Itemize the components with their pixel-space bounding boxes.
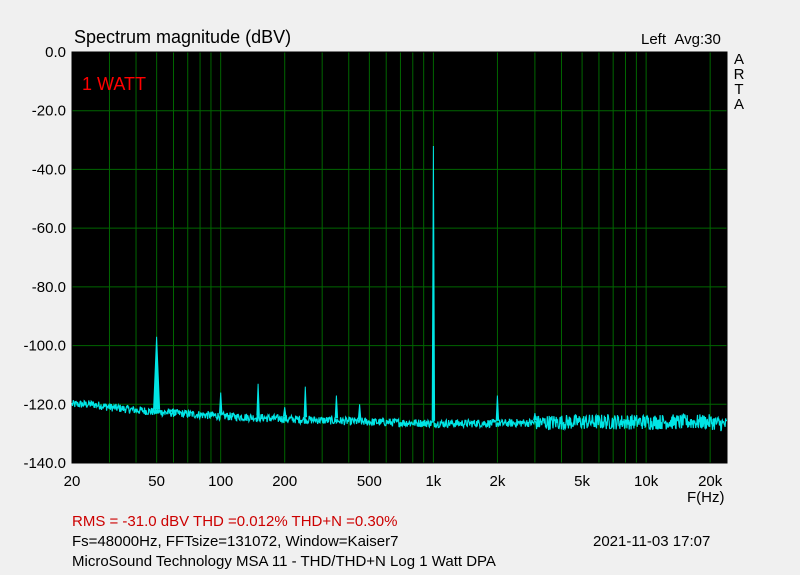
footer-device: MicroSound Technology MSA 11 - THD/THD+N… bbox=[72, 553, 496, 570]
y-axis-ticks: 0.0 -20.0 -40.0 -60.0 -80.0 -100.0 -120.0 -140.… bbox=[23, 44, 66, 472]
x-axis-label: F(Hz) bbox=[687, 489, 725, 506]
y-tick-label: -20.0 bbox=[32, 103, 66, 120]
x-tick-label: 1k bbox=[425, 473, 441, 490]
y-tick-label: 0.0 bbox=[45, 44, 66, 61]
y-tick-label: -80.0 bbox=[32, 279, 66, 296]
y-tick-label: -60.0 bbox=[32, 220, 66, 237]
footer-stats: RMS = -31.0 dBV THD =0.012% THD+N =0.30% bbox=[72, 513, 398, 530]
annotation-1-watt: 1 WATT bbox=[82, 74, 146, 94]
y-tick-label: -40.0 bbox=[32, 161, 66, 178]
y-tick-label: -120.0 bbox=[23, 396, 66, 413]
y-tick-label: -140.0 bbox=[23, 455, 66, 472]
x-tick-label: 5k bbox=[574, 473, 590, 490]
x-axis-ticks: 20 50 100 200 500 1k 2k 5k 10k 20k bbox=[64, 473, 723, 490]
x-tick-label: 10k bbox=[634, 473, 659, 490]
spectrum-plot: 0.0 -20.0 -40.0 -60.0 -80.0 -100.0 -120.0 -140.… bbox=[23, 44, 728, 490]
x-tick-label: 20 bbox=[64, 473, 81, 490]
x-tick-label: 200 bbox=[272, 473, 297, 490]
x-tick-label: 20k bbox=[698, 473, 723, 490]
x-tick-label: 500 bbox=[357, 473, 382, 490]
plot-background bbox=[72, 52, 727, 463]
y-tick-label: -100.0 bbox=[23, 338, 66, 355]
footer-datetime: 2021-11-03 17:07 bbox=[593, 533, 711, 550]
footer-params: Fs=48000Hz, FFTsize=131072, Window=Kaise… bbox=[72, 533, 399, 550]
x-tick-label: 100 bbox=[208, 473, 233, 490]
x-tick-label: 50 bbox=[148, 473, 165, 490]
x-tick-label: 2k bbox=[490, 473, 506, 490]
